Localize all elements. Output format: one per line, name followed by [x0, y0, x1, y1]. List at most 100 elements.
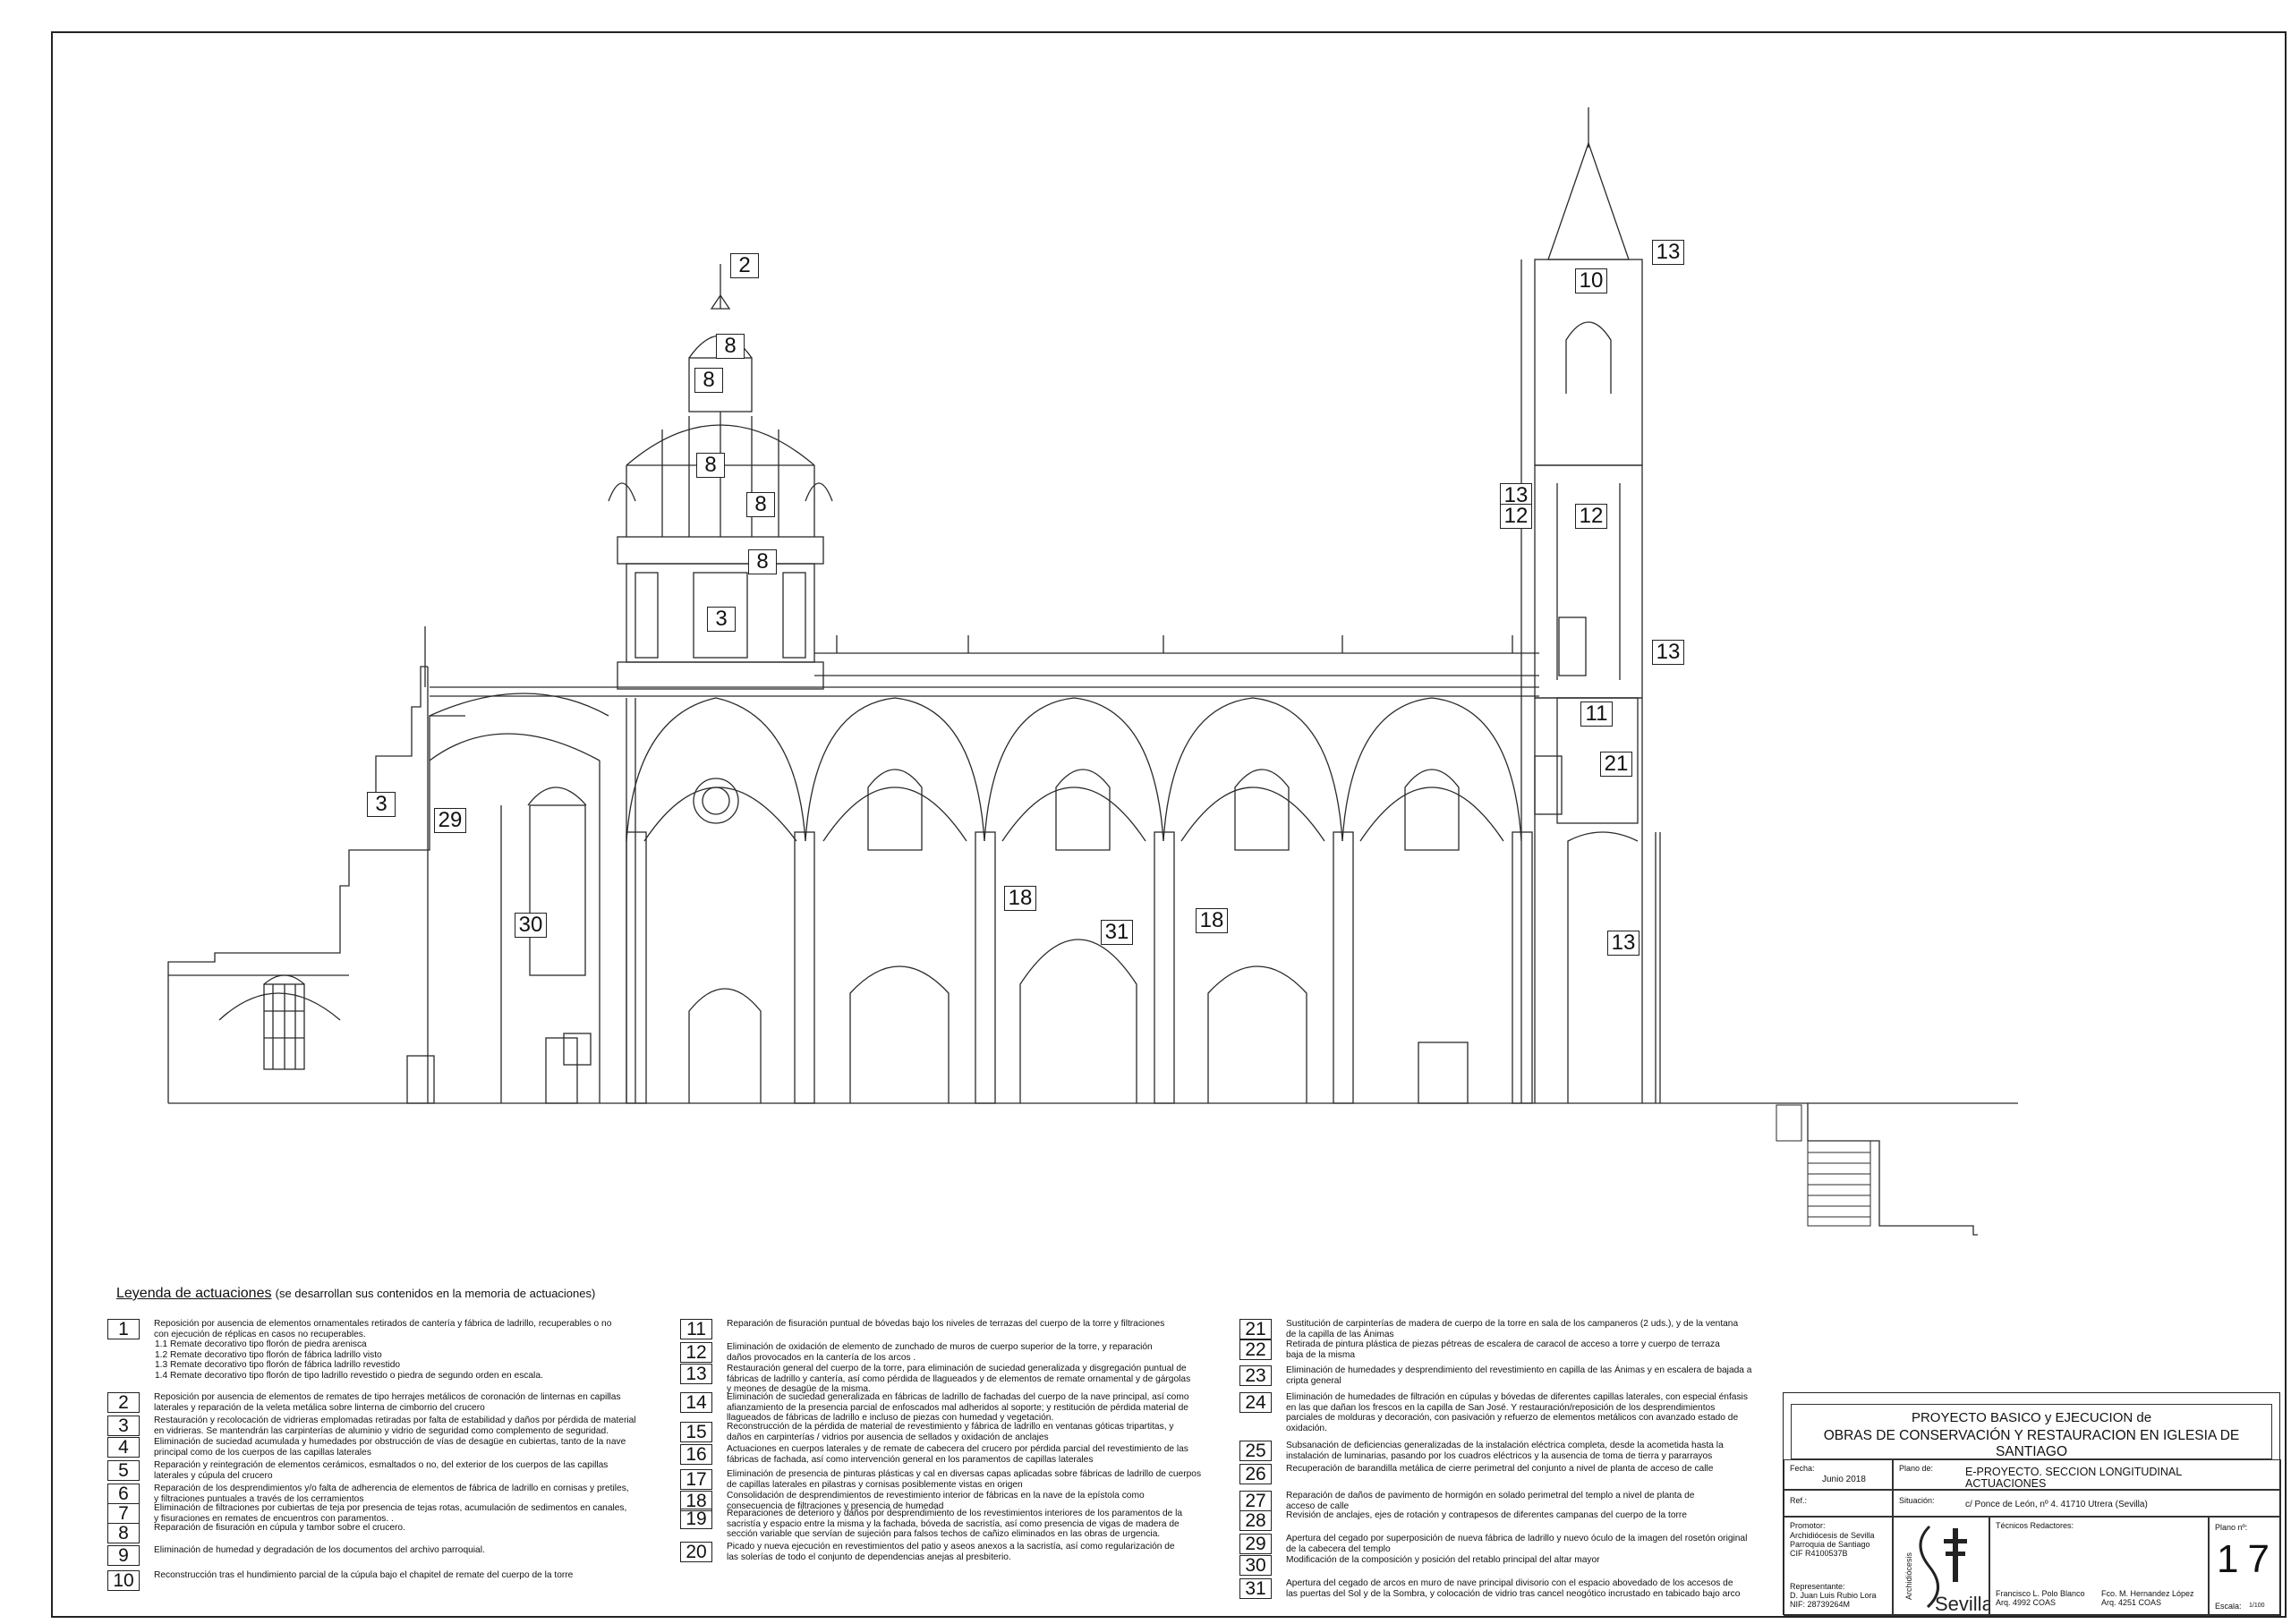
legend-item-text: Reconstrucción tras el hundimiento parci… — [154, 1570, 655, 1581]
legend-title: Leyenda de actuaciones (se desarrollan s… — [116, 1286, 595, 1302]
legend-item-line: daños en carpinterías / vidrios por ause… — [727, 1432, 1049, 1442]
logo-text-main: Sevilla — [1935, 1593, 1990, 1615]
callout-8: 8 — [694, 368, 723, 393]
escala-value: 1/100 — [2249, 1603, 2265, 1609]
callout-8: 8 — [748, 549, 777, 574]
legend-item-text: Eliminación de humedad y degradación de … — [154, 1545, 655, 1556]
callout-29: 29 — [434, 808, 466, 833]
callout-12: 12 — [1500, 504, 1532, 529]
callout-21: 21 — [1600, 752, 1632, 777]
representante-line1: D. Juan Luis Rubio Lora — [1790, 1591, 1877, 1600]
legend-item-line: daños provocados en la cantería de los a… — [727, 1352, 916, 1363]
legend-item-text: Revisión de anclajes, ejes de rotación y… — [1286, 1510, 1787, 1521]
legend-item-number: 24 — [1239, 1392, 1272, 1413]
legend-item-number: 6 — [107, 1484, 140, 1504]
legend-item-line: principal como de los cuerpos de las cap… — [154, 1447, 371, 1458]
nave-doors — [688, 939, 1469, 1104]
legend-item-text: Apertura del cegado por superposición de… — [1286, 1534, 1787, 1554]
legend-item-subline: 1.4 Remate decorativo tipo florón de tip… — [155, 1370, 543, 1381]
legend-item-line: las puertas del Sol y de la Sombra, y co… — [1286, 1588, 1741, 1599]
legend-item-line: Subsanación de deficiencias generalizada… — [1286, 1441, 1724, 1450]
legend-item-line: en las que dañan los frescos en la capil… — [1286, 1402, 1716, 1413]
legend-item-line: Reparación y reintegración de elementos … — [154, 1460, 609, 1470]
legend-item-text: Reparación de fisuración en cúpula y tam… — [154, 1523, 655, 1534]
legend-item-text: Picado y nueva ejecución en revestimient… — [727, 1542, 1228, 1562]
legend-item-line: Eliminación de suciedad generalizada en … — [727, 1392, 1189, 1402]
legend-item-text: Sustitución de carpinterías de madera de… — [1286, 1319, 1787, 1339]
archdiocese-logo: Archidiócesis Sevilla — [1904, 1525, 1990, 1615]
nave-roof — [424, 626, 1539, 697]
legend-item-line: Reparación de los desprendimientos y/o f… — [154, 1484, 629, 1493]
exterior-stair — [1776, 1104, 1871, 1227]
legend-item-text: Reparación de fisuración puntual de bóve… — [727, 1319, 1228, 1330]
tecnico1-reg: Arq. 4992 COAS — [1996, 1598, 2057, 1607]
legend-item-number: 16 — [680, 1444, 712, 1465]
legend-item-line: cripta general — [1286, 1375, 1341, 1386]
plano-de-label: Plano de: — [1899, 1464, 1934, 1473]
legend-item-line: con ejecución de réplicas en casos no re… — [154, 1329, 366, 1339]
legend-item-number: 22 — [1239, 1339, 1272, 1360]
legend-item-text: Eliminación de presencia de pinturas plá… — [727, 1469, 1228, 1490]
legend-item-text: Reparación y reintegración de elementos … — [154, 1460, 655, 1481]
callout-18: 18 — [1004, 886, 1036, 911]
legend-item-line: Reparación de fisuración puntual de bóve… — [727, 1319, 1165, 1329]
legend-item-text: Reposición por ausencia de elementos orn… — [154, 1319, 655, 1382]
plano-number: 17 — [2217, 1537, 2278, 1581]
legend-item-line: Retirada de pintura plástica de piezas p… — [1286, 1339, 1720, 1349]
situacion-cell: Situación: c/ Ponce de León, nº 4. 41710… — [1893, 1490, 2281, 1517]
legend-item-line: Restauración general del cuerpo de la to… — [727, 1364, 1187, 1373]
promotor-label: Promotor: — [1790, 1521, 1826, 1530]
ref-cell: Ref.: — [1784, 1490, 1893, 1517]
callout-10: 10 — [1575, 268, 1607, 293]
legend-item-number: 1 — [107, 1319, 140, 1339]
callout-2: 2 — [730, 253, 759, 278]
legend-item-text: Actuaciones en cuerpos laterales y de re… — [727, 1444, 1228, 1465]
legend-item-number: 20 — [680, 1542, 712, 1562]
legend-item-number: 14 — [680, 1392, 712, 1413]
legend-item-number: 25 — [1239, 1441, 1272, 1461]
legend-item-line: Recuperación de barandilla metálica de c… — [1286, 1464, 1714, 1474]
legend-item-number: 28 — [1239, 1510, 1272, 1531]
legend-item-number: 2 — [107, 1392, 140, 1413]
legend-item-line: laterales y cúpula del crucero — [154, 1470, 273, 1481]
ref-label: Ref.: — [1790, 1496, 1808, 1505]
legend-item-number: 13 — [680, 1364, 712, 1384]
fecha-cell: Fecha: Junio 2018 — [1784, 1459, 1893, 1490]
legend-item-number: 7 — [107, 1503, 140, 1524]
legend-item-number: 19 — [680, 1509, 712, 1529]
situacion-label: Situación: — [1899, 1496, 1935, 1505]
legend-item-subline: 1.1 Remate decorativo tipo florón de pie… — [155, 1339, 367, 1350]
tecnico2-reg: Arq. 4251 COAS — [2101, 1598, 2162, 1607]
promotor-line2: Parroquia de Santiago — [1790, 1540, 1870, 1549]
legend-item-number: 10 — [107, 1570, 140, 1591]
callout-18: 18 — [1196, 908, 1228, 933]
legend-item-number: 30 — [1239, 1555, 1272, 1576]
legend-item-number: 29 — [1239, 1534, 1272, 1554]
legend-title-sub: (se desarrollan sus contenidos en la mem… — [275, 1287, 596, 1300]
legend-item-text: Reposición por ausencia de elementos de … — [154, 1392, 655, 1413]
tecnico2-name: Fco. M. Hernandez López — [2101, 1589, 2194, 1598]
logo-cell: Archidiócesis Sevilla — [1893, 1517, 1990, 1616]
legend-item-line: parciales de molduras y decoración, con … — [1286, 1413, 1739, 1424]
plano-de-cell: Plano de: E-PROYECTO. SECCION LONGITUDIN… — [1893, 1459, 2281, 1490]
left-annex — [167, 715, 578, 1104]
promotor-line3: CIF R4100537B — [1790, 1549, 1848, 1558]
plano-n-label: Plano nº: — [2215, 1523, 2248, 1532]
project-title-cell: PROYECTO BASICO y EJECUCION de OBRAS DE … — [1791, 1404, 2272, 1459]
plano-number-cell: Plano nº: 17 Escala: 1/100 — [2209, 1517, 2281, 1616]
legend-item-line: fábricas de fachada, así como intervenci… — [727, 1454, 1094, 1465]
legend-item-line: Actuaciones en cuerpos laterales y de re… — [727, 1444, 1188, 1454]
legend-item-line: sacristía y espacio entre la misma y la … — [727, 1518, 1180, 1529]
legend-item-text: Eliminación de suciedad acumulada y hume… — [154, 1437, 655, 1458]
legend-item-line: Eliminación de humedades y desprendimien… — [1286, 1365, 1752, 1375]
representante-label: Representante: — [1790, 1582, 1845, 1591]
legend-item-text: Reparaciones de deterioro y daños por de… — [727, 1509, 1228, 1540]
legend-item-line: Reparaciones de deterioro y daños por de… — [727, 1509, 1183, 1518]
legend-item-line: Eliminación de oxidación de elemento de … — [727, 1342, 1153, 1352]
callout-11: 11 — [1580, 701, 1613, 727]
legend-item-text: Reparación de daños de pavimento de horm… — [1286, 1491, 1787, 1511]
legend-item-line: Eliminación de suciedad acumulada y hume… — [154, 1437, 626, 1447]
fecha-value: Junio 2018 — [1822, 1475, 1866, 1484]
legend-item-text: Apertura del cegado de arcos en muro de … — [1286, 1578, 1787, 1599]
tecnico1-name: Francisco L. Polo Blanco — [1996, 1589, 2085, 1598]
